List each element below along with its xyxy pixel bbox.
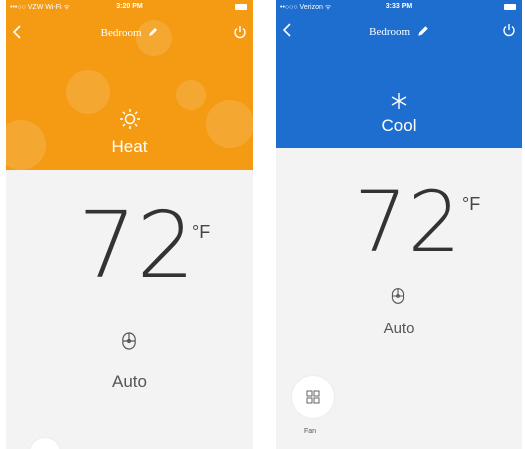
snowflake-icon <box>276 92 522 115</box>
bottom-button[interactable] <box>30 438 60 449</box>
status-bar: ••○○○ Verizon ᯤ 3:33 PM <box>276 0 522 14</box>
fan-icon[interactable] <box>117 330 141 357</box>
pencil-icon[interactable] <box>417 25 429 40</box>
status-time: 3:33 PM <box>385 3 413 10</box>
grid-icon <box>306 390 320 404</box>
status-bar: •••○○ VZW Wi-Fi ᯤ 3:20 PM <box>6 0 253 14</box>
battery-icon <box>235 4 247 10</box>
bokeh-decoration <box>176 80 206 110</box>
fan-icon[interactable] <box>387 286 409 311</box>
battery-icon <box>504 4 516 10</box>
pencil-icon[interactable] <box>148 27 158 40</box>
temperature-unit: °F <box>192 222 211 242</box>
fan-label: Auto <box>383 320 415 337</box>
room-title-text: Bedroom <box>100 27 142 40</box>
mode-label: Cool <box>381 116 417 135</box>
power-icon[interactable] <box>502 23 516 42</box>
sun-icon <box>6 108 253 135</box>
cool-header: ••○○○ Verizon ᯤ 3:33 PM Bedroom Cool <box>276 0 522 148</box>
fan-mode-button[interactable] <box>292 376 334 418</box>
room-title-text: Bedroom <box>369 26 411 39</box>
status-time: 3:20 PM <box>116 3 143 10</box>
temperature-value: 72 <box>354 173 461 271</box>
mode-label: Heat <box>111 137 148 156</box>
room-title[interactable]: Bedroom <box>276 25 522 40</box>
temperature-value: 72 <box>78 192 196 299</box>
fan-label: Auto <box>112 372 147 391</box>
cool-screen: ••○○○ Verizon ᯤ 3:33 PM Bedroom Cool 72 … <box>276 0 522 449</box>
temperature-unit: °F <box>462 194 481 214</box>
heat-screen: •••○○ VZW Wi-Fi ᯤ 3:20 PM Bedroom Heat 7… <box>6 0 253 449</box>
room-title[interactable]: Bedroom <box>6 27 253 40</box>
heat-header: •••○○ VZW Wi-Fi ᯤ 3:20 PM Bedroom Heat <box>6 0 253 170</box>
power-icon[interactable] <box>233 25 247 44</box>
fan-button-label: Fan <box>304 428 317 435</box>
